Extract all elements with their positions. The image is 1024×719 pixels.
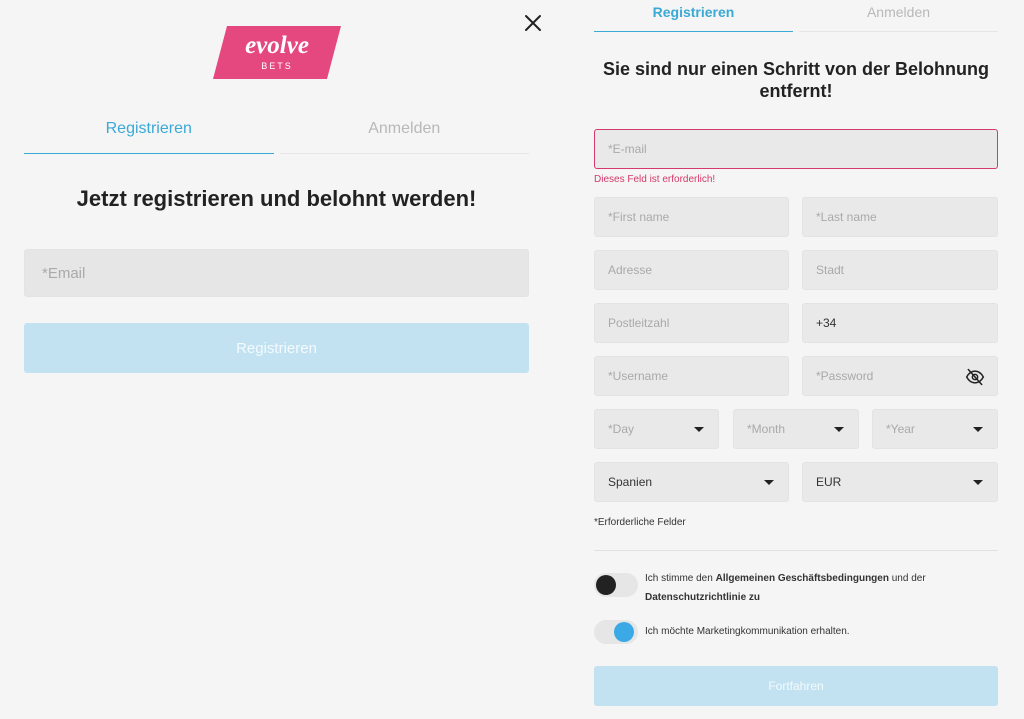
chevron-down-icon — [973, 427, 983, 432]
first-name-placeholder: *First name — [608, 210, 670, 224]
registration-panel-full: Registrieren Anmelden Sie sind nur einen… — [594, 0, 998, 719]
first-name-field[interactable]: *First name — [594, 197, 789, 237]
tab-register[interactable]: Registrieren — [594, 0, 793, 32]
day-placeholder: *Day — [608, 422, 635, 436]
currency-select[interactable]: EUR — [802, 462, 998, 502]
username-field[interactable]: *Username — [594, 356, 789, 396]
terms-toggle[interactable] — [594, 573, 638, 597]
chevron-down-icon — [694, 427, 704, 432]
terms-prefix: Ich stimme den — [645, 573, 716, 584]
country-select[interactable]: Spanien — [594, 462, 789, 502]
day-select[interactable]: *Day — [594, 409, 719, 449]
marketing-consent-text: Ich möchte Marketingkommunikation erhalt… — [645, 626, 850, 637]
password-field[interactable]: *Password — [802, 356, 998, 396]
terms-link[interactable]: Allgemeinen Geschäftsbedingungen — [716, 573, 889, 584]
tab-login[interactable]: Anmelden — [279, 112, 529, 154]
address-field[interactable]: Adresse — [594, 250, 789, 290]
toggle-knob — [614, 622, 634, 642]
terms-consent-text: Ich stimme den Allgemeinen Geschäftsbedi… — [645, 569, 965, 607]
last-name-placeholder: *Last name — [816, 210, 877, 224]
privacy-link[interactable]: Datenschutzrichtlinie zu — [645, 592, 760, 603]
email-field[interactable]: *E-mail — [594, 129, 998, 169]
close-icon[interactable] — [521, 11, 545, 35]
tab-register[interactable]: Registrieren — [24, 112, 274, 154]
year-placeholder: *Year — [886, 422, 915, 436]
last-name-field[interactable]: *Last name — [802, 197, 998, 237]
page-title: Jetzt registrieren und belohnt werden! — [76, 186, 477, 211]
email-error-message: Dieses Feld ist erforderlich! — [594, 174, 716, 185]
city-placeholder: Stadt — [816, 263, 845, 277]
tab-bar: Registrieren Anmelden — [594, 0, 998, 32]
register-button[interactable]: Registrieren — [24, 323, 529, 373]
page-title: Sie sind nur einen Schritt von der Beloh… — [602, 59, 990, 101]
phone-prefix: +34 — [816, 316, 837, 330]
postcode-field[interactable]: Postleitzahl — [594, 303, 789, 343]
eye-slash-icon[interactable] — [965, 367, 985, 387]
email-field[interactable] — [24, 249, 529, 297]
month-placeholder: *Month — [747, 422, 786, 436]
email-placeholder: *E-mail — [608, 142, 647, 156]
logo-word: evolve — [245, 32, 309, 59]
registration-panel-compact: evolve BETS Registrieren Anmelden Jetzt … — [0, 0, 555, 719]
year-select[interactable]: *Year — [872, 409, 998, 449]
divider — [594, 550, 998, 551]
chevron-down-icon — [834, 427, 844, 432]
terms-middle: und der — [888, 573, 926, 584]
marketing-toggle[interactable] — [594, 620, 638, 644]
continue-button[interactable]: Fortfahren — [594, 666, 998, 706]
address-placeholder: Adresse — [608, 263, 653, 277]
logo-sub: BETS — [261, 61, 293, 71]
chevron-down-icon — [973, 480, 983, 485]
evolve-bets-logo: evolve BETS — [213, 26, 341, 79]
required-fields-note: *Erforderliche Felder — [594, 517, 686, 528]
tab-bar: Registrieren Anmelden — [24, 112, 529, 154]
tab-login[interactable]: Anmelden — [799, 0, 998, 32]
chevron-down-icon — [764, 480, 774, 485]
country-value: Spanien — [608, 475, 653, 489]
postcode-placeholder: Postleitzahl — [608, 316, 670, 330]
username-placeholder: *Username — [608, 369, 669, 383]
toggle-knob — [596, 575, 616, 595]
phone-field[interactable]: +34 — [802, 303, 998, 343]
city-field[interactable]: Stadt — [802, 250, 998, 290]
currency-value: EUR — [816, 475, 842, 489]
month-select[interactable]: *Month — [733, 409, 859, 449]
password-placeholder: *Password — [816, 369, 874, 383]
